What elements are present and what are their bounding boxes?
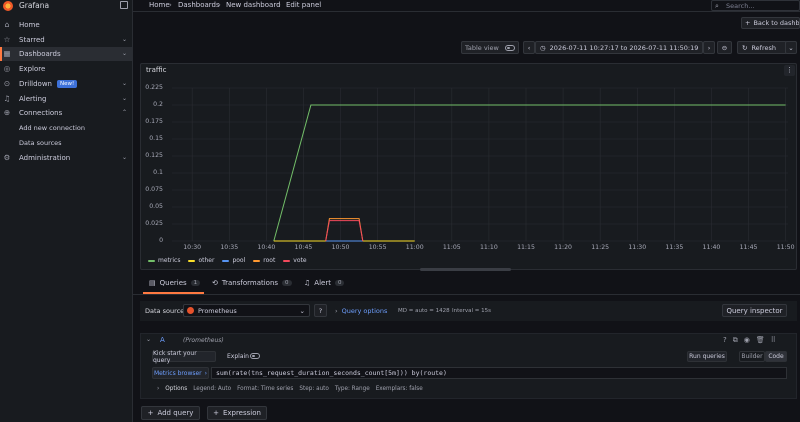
- copy-icon[interactable]: ⧉: [733, 336, 738, 345]
- question-icon: ?: [318, 306, 323, 315]
- tab-alert[interactable]: ♫ Alert 0: [304, 279, 345, 287]
- datasource-label: Data source: [145, 307, 185, 315]
- datasource-select[interactable]: Prometheus ⌄: [183, 304, 310, 317]
- legend-swatch: [222, 259, 230, 262]
- database-icon: ▤: [149, 279, 156, 287]
- explain-toggle[interactable]: [250, 353, 260, 359]
- chart-grid: [172, 87, 788, 242]
- chevron-right-icon: ›: [157, 386, 160, 392]
- query-options-row[interactable]: › Options Legend: Auto Format: Time seri…: [157, 386, 423, 392]
- drag-handle-icon[interactable]: ⠿: [771, 336, 776, 345]
- legend-label: other: [198, 257, 215, 264]
- collapse-chevron-icon[interactable]: ⌄: [146, 336, 151, 343]
- legend-swatch: [188, 259, 196, 262]
- query-row-actions: ? ⧉ ◉ 🗑 ⠿: [723, 336, 776, 345]
- legend-label: metrics: [158, 257, 181, 264]
- legend-label: vote: [293, 257, 307, 264]
- builder-mode-button[interactable]: Builder: [739, 351, 765, 362]
- legend-item-metrics[interactable]: metrics: [148, 257, 180, 264]
- legend-swatch: [253, 259, 261, 262]
- query-expression-editor[interactable]: sum(rate(tns_request_duration_seconds_co…: [211, 367, 787, 379]
- chevron-down-icon: ⌄: [299, 306, 305, 315]
- query-source-label: (Prometheus): [183, 337, 224, 344]
- tab-queries[interactable]: ▤ Queries 1: [149, 279, 201, 287]
- eye-icon[interactable]: ◉: [744, 336, 750, 345]
- transform-icon: ⟲: [212, 279, 218, 287]
- metrics-browser-button[interactable]: Metrics browser ›: [152, 367, 209, 379]
- legend-item-other[interactable]: other: [188, 257, 214, 264]
- legend-label: pool: [232, 257, 246, 264]
- bell-icon: ♫: [304, 279, 311, 287]
- help-circle-icon[interactable]: ?: [723, 336, 727, 345]
- chevron-right-icon: ›: [335, 307, 338, 315]
- tabs-divider: [133, 294, 800, 295]
- series-line-root: [325, 218, 364, 242]
- query-inspector-button[interactable]: Query inspector: [722, 304, 787, 317]
- query-interval: Interval = 15s: [452, 308, 492, 314]
- tab-transformations[interactable]: ⟲ Transformations 0: [212, 279, 292, 287]
- datasource-help-button[interactable]: ?: [314, 304, 327, 317]
- chevron-right-icon: ›: [204, 369, 208, 377]
- legend-swatch: [283, 259, 291, 262]
- legend-item-pool[interactable]: pool: [222, 257, 245, 264]
- prometheus-icon: [187, 307, 194, 314]
- query-ref-label[interactable]: A: [160, 336, 165, 344]
- legend-item-root[interactable]: root: [253, 257, 275, 264]
- query-options-toggle[interactable]: › Query options: [335, 307, 387, 315]
- series-line-vote: [325, 220, 364, 242]
- chart-legend: metrics other pool root vote: [148, 257, 307, 264]
- tab-active-indicator: [143, 292, 204, 294]
- panel-resize-handle[interactable]: [420, 268, 511, 271]
- add-expression-button[interactable]: + Expression: [207, 406, 267, 420]
- explain-label: Explain: [227, 353, 249, 360]
- query-options-summary: MD = auto = 1428: [398, 308, 450, 314]
- code-mode-button[interactable]: Code: [765, 351, 787, 362]
- add-query-button[interactable]: + Add query: [141, 406, 200, 420]
- legend-swatch: [148, 259, 155, 262]
- legend-item-vote[interactable]: vote: [283, 257, 307, 264]
- plus-icon: +: [147, 409, 154, 417]
- legend-label: root: [263, 257, 276, 264]
- plus-icon: +: [213, 409, 219, 417]
- trash-icon[interactable]: 🗑: [756, 336, 765, 345]
- run-queries-button[interactable]: Run queries: [687, 351, 727, 362]
- kick-start-query-button[interactable]: Kick start your query: [152, 350, 216, 364]
